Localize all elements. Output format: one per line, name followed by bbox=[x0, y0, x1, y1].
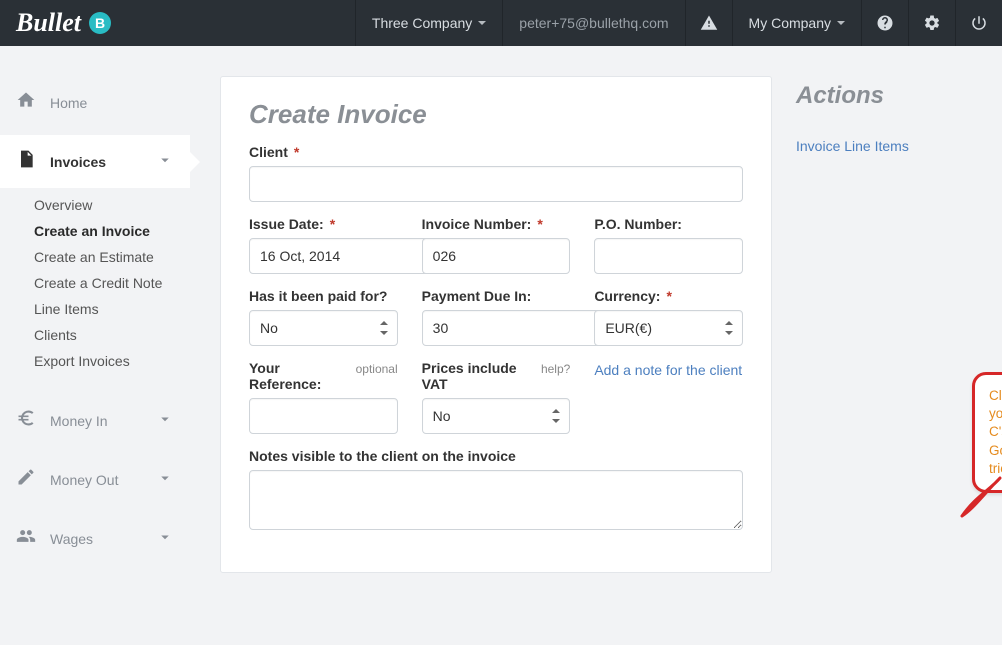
invoice-number-input[interactable] bbox=[422, 238, 571, 274]
actions-title: Actions bbox=[796, 82, 966, 110]
brand: Bullet B bbox=[0, 0, 127, 46]
chevron-down-icon bbox=[156, 410, 174, 431]
required-marker: * bbox=[537, 216, 542, 232]
annotation-text: Click on "Add Note.." and you can Paste … bbox=[989, 388, 1002, 476]
invoice-number-label: Invoice Number: * bbox=[422, 216, 571, 232]
help-button[interactable] bbox=[861, 0, 908, 46]
payment-due-label: Payment Due In: bbox=[422, 288, 571, 304]
notes-label: Notes visible to the client on the invoi… bbox=[249, 448, 743, 464]
power-icon bbox=[970, 14, 988, 32]
actions-column: Actions Invoice Line Items bbox=[796, 76, 966, 154]
home-icon bbox=[16, 90, 36, 115]
create-invoice-panel: Create Invoice Client * Issue Date: * bbox=[220, 76, 772, 573]
sidebar-money-in-label: Money In bbox=[50, 413, 142, 429]
annotation-tail-icon bbox=[960, 474, 1002, 518]
company-switcher-label: Three Company bbox=[372, 15, 472, 31]
sidebar-item-money-in[interactable]: Money In bbox=[0, 394, 190, 447]
page-title: Create Invoice bbox=[249, 99, 743, 130]
issue-date-label: Issue Date: * bbox=[249, 216, 398, 232]
required-marker: * bbox=[294, 144, 299, 160]
subnav-create-invoice[interactable]: Create an Invoice bbox=[0, 218, 190, 244]
power-button[interactable] bbox=[955, 0, 1002, 46]
your-reference-label: Your Reference: optional bbox=[249, 360, 398, 392]
chevron-down-icon bbox=[156, 151, 174, 172]
sidebar-item-wages[interactable]: Wages bbox=[0, 512, 190, 565]
subnav-create-credit-note[interactable]: Create a Credit Note bbox=[0, 270, 190, 296]
euro-icon bbox=[16, 408, 36, 433]
required-marker: * bbox=[666, 288, 671, 304]
add-note-link[interactable]: Add a note for the client bbox=[594, 362, 742, 378]
sidebar-wages-label: Wages bbox=[50, 531, 142, 547]
sidebar: Home Invoices Overview Create an Invoice… bbox=[0, 46, 190, 645]
client-input[interactable] bbox=[249, 166, 743, 202]
people-icon bbox=[16, 526, 36, 551]
chevron-down-icon bbox=[156, 469, 174, 490]
paid-select[interactable]: No bbox=[249, 310, 398, 346]
gear-icon bbox=[923, 14, 941, 32]
subnav-overview[interactable]: Overview bbox=[0, 192, 190, 218]
help-link[interactable]: help? bbox=[541, 362, 570, 376]
brand-badge: B bbox=[89, 12, 111, 34]
currency-label: Currency: * bbox=[594, 288, 743, 304]
po-number-label: P.O. Number: bbox=[594, 216, 743, 232]
spacer bbox=[127, 0, 355, 46]
chevron-down-icon bbox=[156, 528, 174, 549]
edit-icon bbox=[16, 467, 36, 492]
notes-textarea[interactable] bbox=[249, 470, 743, 530]
paid-label: Has it been paid for? bbox=[249, 288, 398, 304]
sidebar-money-out-label: Money Out bbox=[50, 472, 142, 488]
layout: Home Invoices Overview Create an Invoice… bbox=[0, 46, 1002, 645]
alerts-button[interactable] bbox=[685, 0, 732, 46]
subnav-export-invoices[interactable]: Export Invoices bbox=[0, 348, 190, 374]
settings-button[interactable] bbox=[908, 0, 955, 46]
my-company-menu[interactable]: My Company bbox=[732, 0, 861, 46]
sidebar-invoices-submenu: Overview Create an Invoice Create an Est… bbox=[0, 188, 190, 388]
company-switcher[interactable]: Three Company bbox=[355, 0, 502, 46]
my-company-label: My Company bbox=[749, 15, 831, 31]
document-icon bbox=[16, 149, 36, 174]
required-marker: * bbox=[330, 216, 335, 232]
sidebar-item-money-out[interactable]: Money Out bbox=[0, 453, 190, 506]
annotation-callout: Click on "Add Note.." and you can Paste … bbox=[972, 372, 1002, 493]
prices-include-vat-label: Prices include VAT help? bbox=[422, 360, 571, 392]
help-icon bbox=[876, 14, 894, 32]
sidebar-home-label: Home bbox=[50, 95, 174, 111]
subnav-clients[interactable]: Clients bbox=[0, 322, 190, 348]
brand-logo-text: Bullet bbox=[16, 8, 81, 38]
top-bar: Bullet B Three Company peter+75@bullethq… bbox=[0, 0, 1002, 46]
invoice-line-items-link[interactable]: Invoice Line Items bbox=[796, 138, 909, 154]
user-email-text: peter+75@bullethq.com bbox=[519, 15, 668, 31]
sidebar-item-invoices[interactable]: Invoices bbox=[0, 135, 190, 188]
optional-hint: optional bbox=[356, 362, 398, 376]
user-email[interactable]: peter+75@bullethq.com bbox=[502, 0, 684, 46]
po-number-input[interactable] bbox=[594, 238, 743, 274]
subnav-create-estimate[interactable]: Create an Estimate bbox=[0, 244, 190, 270]
alert-icon bbox=[700, 14, 718, 32]
content: Create Invoice Client * Issue Date: * bbox=[190, 46, 1002, 645]
prices-include-vat-select[interactable]: No bbox=[422, 398, 571, 434]
caret-down-icon bbox=[478, 21, 486, 25]
caret-down-icon bbox=[837, 21, 845, 25]
sidebar-invoices-label: Invoices bbox=[50, 154, 142, 170]
subnav-line-items[interactable]: Line Items bbox=[0, 296, 190, 322]
your-reference-input[interactable] bbox=[249, 398, 398, 434]
client-label: Client * bbox=[249, 144, 743, 160]
sidebar-item-home[interactable]: Home bbox=[0, 76, 190, 129]
currency-select[interactable]: EUR(€) bbox=[594, 310, 743, 346]
